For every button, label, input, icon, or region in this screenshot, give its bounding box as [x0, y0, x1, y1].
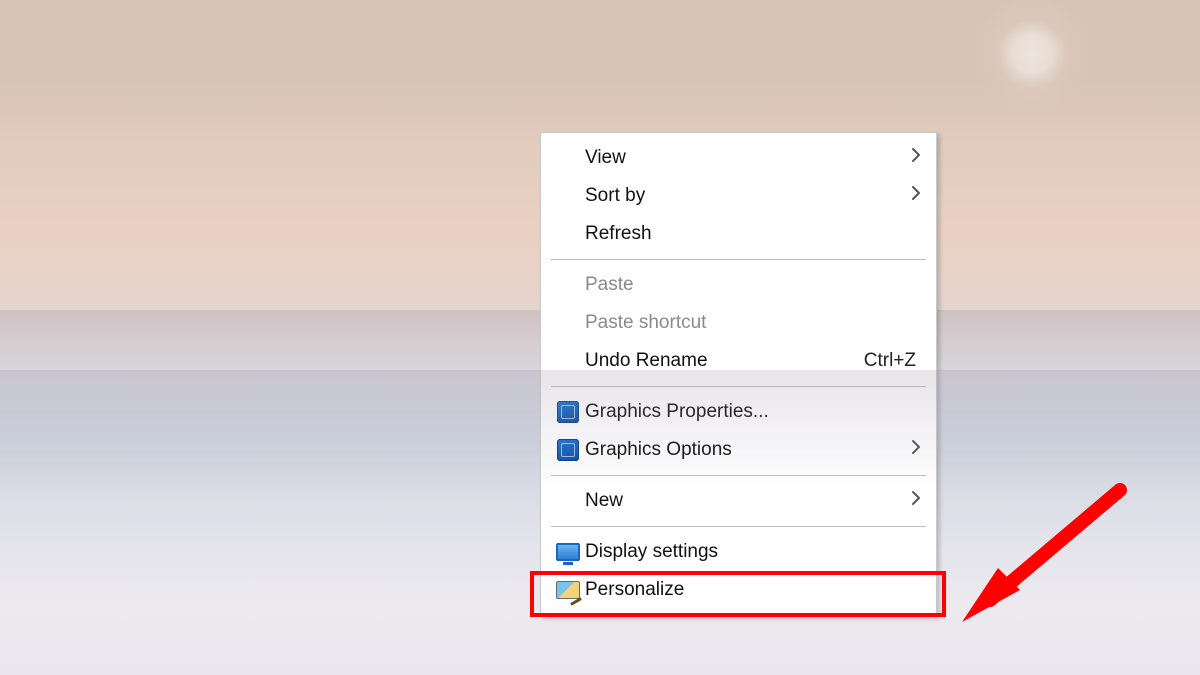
menu-item-paste: Paste [543, 266, 934, 304]
menu-item-graphics-properties[interactable]: Graphics Properties... [543, 393, 934, 431]
menu-item-graphics-options[interactable]: Graphics Options [543, 431, 934, 469]
menu-item-display-settings[interactable]: Display settings [543, 533, 934, 571]
menu-item-label: Sort by [585, 185, 904, 207]
menu-item-label: View [585, 147, 904, 169]
menu-item-label: Undo Rename [585, 350, 864, 372]
menu-item-new[interactable]: New [543, 482, 934, 520]
menu-item-shortcut: Ctrl+Z [864, 350, 922, 372]
menu-separator [551, 526, 926, 527]
intel-icon [551, 401, 585, 423]
intel-icon [551, 439, 585, 461]
menu-item-label: Graphics Properties... [585, 401, 922, 423]
chevron-right-icon [904, 185, 922, 207]
menu-item-undo-rename[interactable]: Undo Rename Ctrl+Z [543, 342, 934, 380]
annotation-arrow-icon [950, 480, 1150, 640]
personalize-icon [551, 581, 585, 599]
chevron-right-icon [904, 490, 922, 512]
menu-item-label: Paste [585, 274, 922, 296]
menu-item-label: New [585, 490, 904, 512]
menu-item-label: Refresh [585, 223, 922, 245]
desktop-wallpaper[interactable]: View Sort by Refresh Paste Paste shortcu… [0, 0, 1200, 675]
menu-item-refresh[interactable]: Refresh [543, 215, 934, 253]
menu-item-label: Display settings [585, 541, 922, 563]
menu-item-view[interactable]: View [543, 139, 934, 177]
menu-item-paste-shortcut: Paste shortcut [543, 304, 934, 342]
chevron-right-icon [904, 439, 922, 461]
menu-item-label: Graphics Options [585, 439, 904, 461]
menu-item-personalize[interactable]: Personalize [543, 571, 934, 609]
menu-separator [551, 475, 926, 476]
menu-item-label: Personalize [585, 579, 922, 601]
menu-separator [551, 386, 926, 387]
desktop-context-menu: View Sort by Refresh Paste Paste shortcu… [540, 132, 937, 616]
chevron-right-icon [904, 147, 922, 169]
menu-item-sort-by[interactable]: Sort by [543, 177, 934, 215]
menu-item-label: Paste shortcut [585, 312, 922, 334]
display-icon [551, 543, 585, 561]
menu-separator [551, 259, 926, 260]
